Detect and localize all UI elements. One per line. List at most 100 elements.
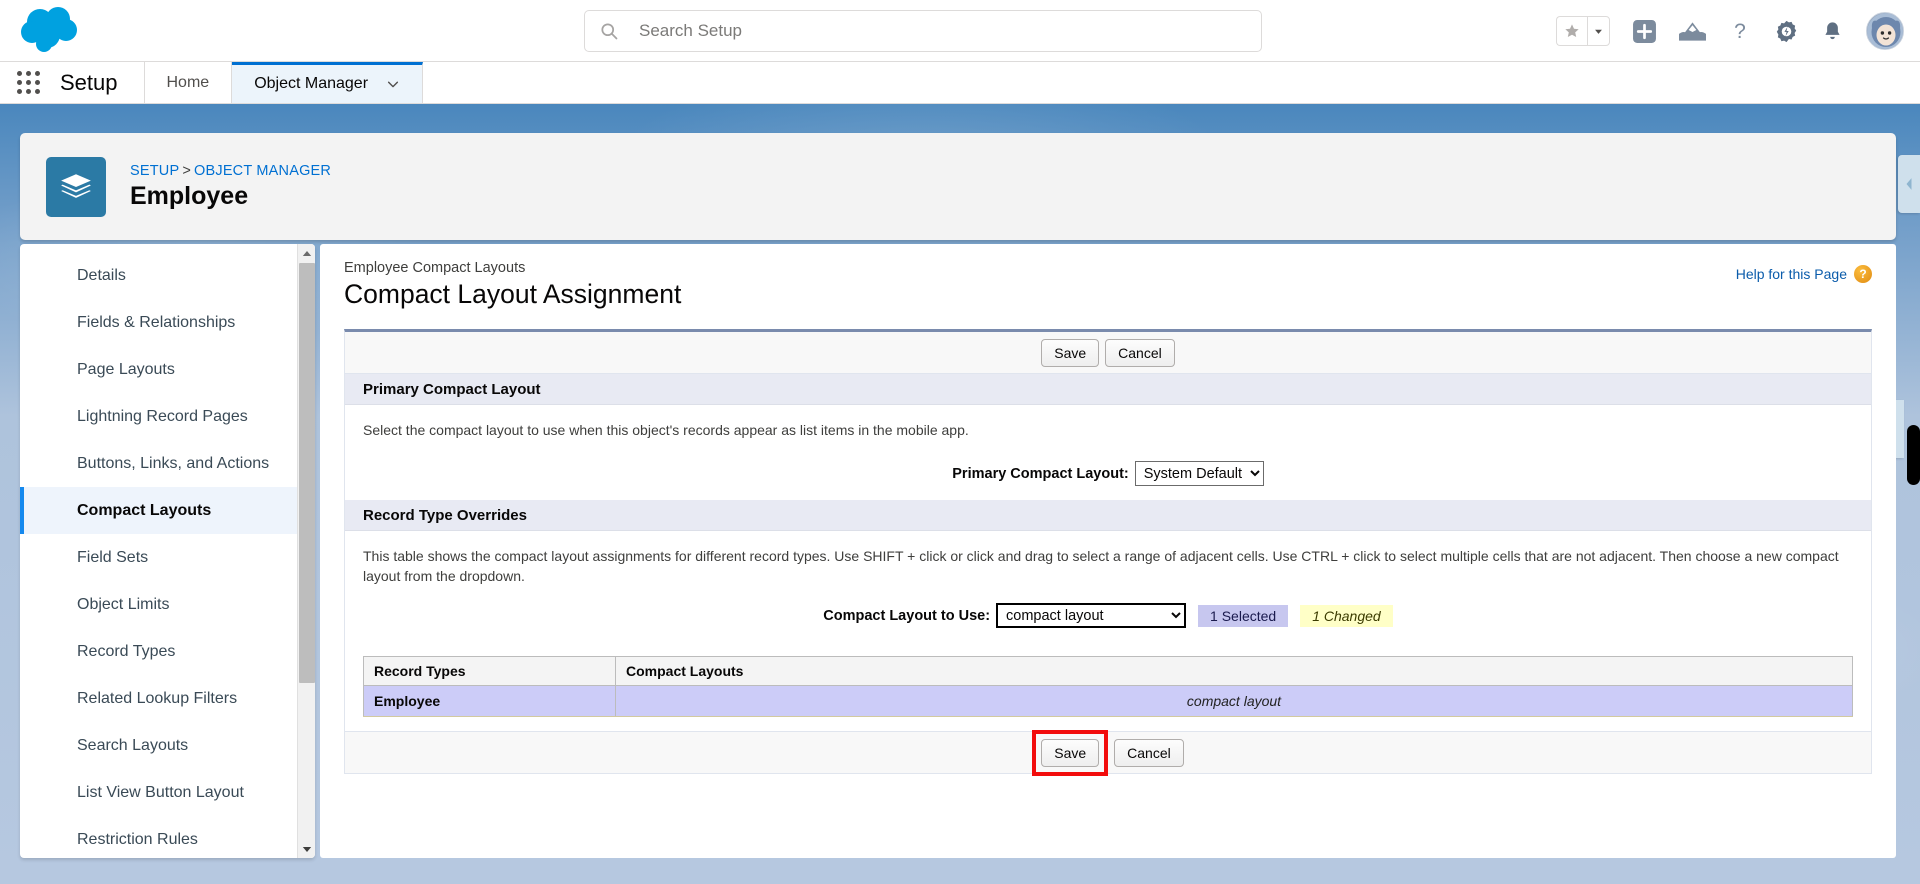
- content-header: Employee Compact Layouts Compact Layout …: [320, 244, 1896, 309]
- setup-gear-icon[interactable]: [1774, 19, 1799, 44]
- page-title: Employee: [130, 181, 249, 210]
- save-button-highlight: Save: [1032, 729, 1109, 776]
- global-actions-icon[interactable]: [1632, 19, 1657, 44]
- primary-compact-layout-field-row: Primary Compact Layout: System Default: [363, 461, 1853, 487]
- setup-title: Setup: [56, 62, 145, 103]
- primary-compact-layout-select[interactable]: System Default: [1134, 461, 1264, 487]
- content-eyebrow: Employee Compact Layouts: [344, 260, 526, 276]
- page-scrollbar-thumb[interactable]: [1907, 425, 1920, 485]
- record-type-overrides-heading: Record Type Overrides: [345, 500, 1871, 532]
- help-for-this-page-label: Help for this Page: [1735, 266, 1847, 282]
- sidebar-item-details[interactable]: Details: [20, 252, 297, 299]
- sidebar-item-lightning-record-pages[interactable]: Lightning Record Pages: [20, 393, 297, 440]
- sidebar-item-label: Field Sets: [77, 548, 149, 566]
- sidebar-item-list-view-button-layout[interactable]: List View Button Layout: [20, 769, 297, 816]
- notifications-bell-icon[interactable]: [1821, 20, 1844, 43]
- app-launcher-waffle-icon[interactable]: [0, 62, 56, 103]
- sidebar-item-related-lookup-filters[interactable]: Related Lookup Filters: [20, 675, 297, 722]
- salesforce-cloud-logo[interactable]: [14, 4, 92, 56]
- table-row[interactable]: Employee compact layout: [363, 685, 1853, 718]
- column-header-record-types: Record Types: [363, 656, 616, 687]
- record-type-overrides-description: This table shows the compact layout assi…: [363, 548, 1839, 585]
- sidebar-item-object-limits[interactable]: Object Limits: [20, 581, 297, 628]
- sidebar-item-label: Search Layouts: [77, 736, 189, 754]
- sidebar-item-field-sets[interactable]: Field Sets: [20, 534, 297, 581]
- tab-home[interactable]: Home: [145, 62, 233, 103]
- toolbar-top: Save Cancel: [345, 332, 1871, 375]
- sidebar-item-label: Record Types: [77, 642, 176, 660]
- sidebar-item-label: Lightning Record Pages: [77, 407, 248, 425]
- favorites-dropdown-icon[interactable]: [1587, 16, 1610, 46]
- collapse-left-arrow-icon-top[interactable]: [1898, 155, 1920, 213]
- breadcrumb-object-manager[interactable]: OBJECT MANAGER: [194, 163, 331, 179]
- chevron-down-icon[interactable]: [386, 77, 400, 91]
- sidebar-item-search-layouts[interactable]: Search Layouts: [20, 722, 297, 769]
- header-icon-group: ?: [1556, 0, 1904, 62]
- sidebar-item-label: Related Lookup Filters: [77, 689, 238, 707]
- scroll-up-arrow-icon[interactable]: [298, 244, 315, 262]
- sidebar-item-label: Fields & Relationships: [77, 313, 236, 331]
- sidebar-scrollbar[interactable]: [297, 244, 315, 858]
- cell-compact-layout[interactable]: compact layout: [615, 685, 1853, 718]
- primary-compact-layout-description: Select the compact layout to use when th…: [363, 422, 969, 439]
- help-for-this-page-link[interactable]: Help for this Page ?: [1736, 265, 1872, 283]
- content-heading: Compact Layout Assignment: [344, 279, 682, 309]
- tab-home-label: Home: [166, 73, 210, 91]
- cell-record-type[interactable]: Employee: [363, 685, 616, 718]
- global-search[interactable]: [584, 10, 1262, 52]
- help-question-icon: ?: [1854, 265, 1872, 283]
- sidebar-item-label: Details: [77, 266, 126, 284]
- search-icon: [599, 21, 619, 41]
- sidebar-item-restriction-rules[interactable]: Restriction Rules: [20, 816, 297, 858]
- table-header-row: Record Types Compact Layouts: [363, 656, 1853, 687]
- save-button-top[interactable]: Save: [1041, 338, 1100, 368]
- favorites-group[interactable]: [1556, 16, 1610, 46]
- record-type-assignment-table: Record Types Compact Layouts Employee co…: [363, 656, 1853, 718]
- changed-count-badge: 1 Changed: [1300, 604, 1393, 627]
- primary-compact-layout-heading: Primary Compact Layout: [345, 374, 1871, 406]
- setup-assistant-icon[interactable]: [1679, 19, 1706, 43]
- breadcrumb-separator: >: [182, 162, 192, 179]
- compact-layout-to-use-label: Compact Layout to Use:: [823, 607, 991, 624]
- sidebar-item-label: Object Limits: [77, 595, 170, 613]
- sidebar-item-label: Restriction Rules: [77, 830, 198, 848]
- sidebar-item-compact-layouts[interactable]: Compact Layouts: [20, 487, 297, 534]
- user-avatar[interactable]: [1866, 12, 1904, 50]
- layers-object-icon: [46, 156, 106, 217]
- help-icon[interactable]: ?: [1728, 19, 1752, 43]
- setup-tab-bar: Setup Home Object Manager: [0, 62, 1920, 104]
- toolbar-bottom: Save Cancel: [345, 729, 1871, 776]
- cancel-button-top[interactable]: Cancel: [1105, 338, 1175, 368]
- breadcrumb-setup[interactable]: SETUP: [130, 163, 179, 179]
- search-box[interactable]: [584, 10, 1262, 52]
- primary-compact-layout-body: Select the compact layout to use when th…: [345, 405, 1871, 500]
- sidebar-item-label: Page Layouts: [77, 360, 175, 378]
- svg-text:?: ?: [1734, 20, 1746, 43]
- compact-layout-to-use-select[interactable]: compact layout: [996, 603, 1187, 629]
- sidebar-item-label: Buttons, Links, and Actions: [77, 454, 270, 472]
- main-content-panel: Employee Compact Layouts Compact Layout …: [320, 244, 1896, 858]
- sidebar-item-label: Compact Layouts: [77, 501, 212, 519]
- sidebar-item-page-layouts[interactable]: Page Layouts: [20, 346, 297, 393]
- sidebar-scrollbar-thumb[interactable]: [299, 263, 315, 683]
- column-header-compact-layouts: Compact Layouts: [615, 656, 1853, 687]
- cancel-button-bottom[interactable]: Cancel: [1114, 738, 1184, 767]
- sidebar-item-list: Details Fields & Relationships Page Layo…: [20, 244, 297, 858]
- sidebar-item-record-types[interactable]: Record Types: [20, 628, 297, 675]
- save-button-bottom[interactable]: Save: [1041, 738, 1100, 767]
- scroll-down-arrow-icon[interactable]: [298, 840, 315, 858]
- selected-count-badge: 1 Selected: [1198, 604, 1289, 627]
- record-page-header: SETUP > OBJECT MANAGER Employee: [20, 133, 1896, 240]
- page-block: Save Cancel Primary Compact Layout Selec…: [344, 329, 1872, 776]
- sidebar-item-label: List View Button Layout: [77, 783, 244, 801]
- primary-compact-layout-label: Primary Compact Layout:: [952, 465, 1129, 482]
- sidebar-item-fields-relationships[interactable]: Fields & Relationships: [20, 299, 297, 346]
- favorites-star-icon[interactable]: [1556, 16, 1587, 46]
- compact-layout-to-use-row: Compact Layout to Use: compact layout 1 …: [363, 603, 1853, 629]
- tab-object-manager[interactable]: Object Manager: [232, 62, 424, 103]
- global-header: ?: [0, 0, 1920, 62]
- search-input[interactable]: [637, 18, 1197, 44]
- sidebar-item-buttons-links-actions[interactable]: Buttons, Links, and Actions: [20, 440, 297, 487]
- tab-object-manager-label: Object Manager: [254, 75, 369, 92]
- object-sidebar: Details Fields & Relationships Page Layo…: [20, 244, 315, 858]
